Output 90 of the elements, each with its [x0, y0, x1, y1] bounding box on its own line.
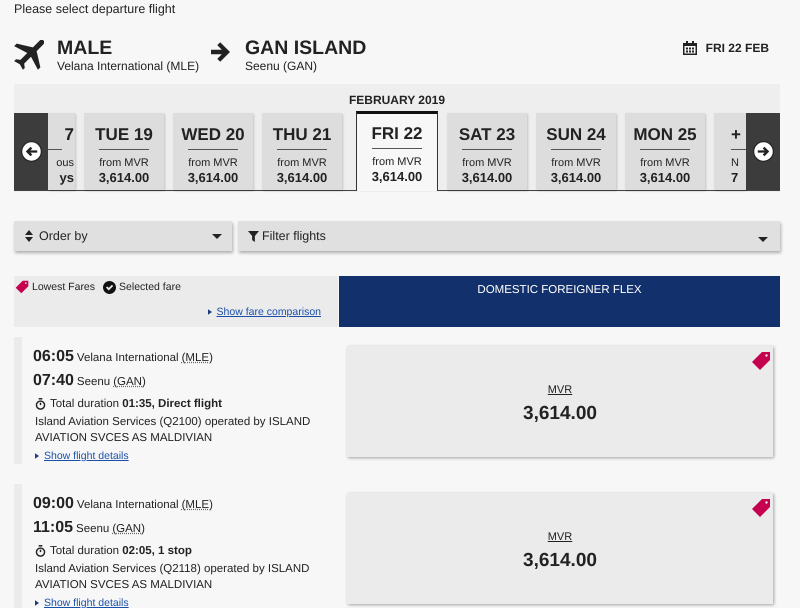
next-dates-button[interactable] — [746, 113, 780, 190]
previous-dates-button[interactable] — [14, 113, 48, 190]
caret-right-icon — [208, 309, 212, 315]
caret-down-icon — [212, 234, 222, 238]
price-prefix: ous — [56, 157, 74, 170]
date-tab[interactable]: WED 20 from MVR 3,614.00 — [173, 113, 253, 190]
airport-name: Seenu (GAN) — [245, 59, 318, 73]
day-label: SUN 24 — [546, 124, 606, 146]
fare-price: 3,614.00 — [523, 550, 597, 572]
date-tab[interactable]: SUN 24 from MVR 3,614.00 — [536, 113, 616, 190]
filter-icon — [248, 230, 259, 242]
page-heading: Please select departure flight — [14, 1, 176, 17]
caret-right-icon — [35, 600, 39, 606]
departure-time: 06:05 — [33, 348, 74, 365]
date-tab[interactable]: TUE 19 from MVR 3,614.00 — [84, 113, 164, 190]
flight-details-link[interactable]: Show flight details — [44, 596, 129, 608]
carrier-info: Island Aviation Services (Q2118) operated by ISLAND AVIATION SVCES AS MALDIVIAN — [34, 562, 310, 593]
currency-label: MVR — [548, 382, 572, 396]
airport-name: Velana International — [76, 352, 179, 364]
date-tab[interactable]: 7 ous ys — [48, 113, 75, 190]
flight-details-link[interactable]: Show flight details — [44, 449, 129, 463]
filter-flights-dropdown[interactable]: Filter flights — [238, 221, 780, 251]
fare-card[interactable]: MVR 3,614.00 — [347, 493, 773, 604]
fare-price: 3,614.00 — [523, 402, 597, 424]
date-tab[interactable]: + N 7 — [714, 113, 746, 190]
fare-comparison-link[interactable]: Show fare comparison — [216, 305, 321, 319]
day-label: 7 — [64, 124, 74, 146]
day-label: THU 21 — [272, 124, 332, 146]
departure-time: 09:00 — [33, 495, 74, 512]
day-label: MON 25 — [633, 124, 697, 146]
travel-date: FRI 22 FEB — [706, 41, 769, 55]
price-prefix: from MVR — [277, 157, 327, 170]
fare-card[interactable]: MVR 3,614.00 — [347, 346, 773, 457]
carrier-info: Island Aviation Services (Q2100) operated by ISLAND AVIATION SVCES AS MALDIVIAN — [34, 415, 312, 446]
day-price: 3,614.00 — [640, 170, 690, 185]
city-name: GAN ISLAND — [245, 37, 366, 59]
day-label: WED 20 — [181, 124, 245, 146]
day-price: 3,614.00 — [462, 170, 512, 185]
city-name: MALE — [57, 37, 114, 59]
airport-name: Velana International (MLE) — [57, 59, 200, 73]
airport-name: Seenu — [76, 376, 110, 388]
flight-duration: Total duration 02:05, 1 stop — [50, 544, 192, 558]
stopwatch-icon — [35, 545, 46, 557]
airport-code: (GAN) — [113, 376, 146, 388]
airplane-icon — [14, 40, 44, 70]
currency-label: MVR — [548, 530, 572, 544]
tag-icon — [15, 280, 29, 294]
order-by-dropdown[interactable]: Order by — [14, 221, 232, 251]
stopwatch-icon — [35, 398, 46, 410]
price-prefix: from MVR — [372, 156, 422, 169]
arrow-right-icon — [211, 42, 230, 62]
day-label: FRI 22 — [371, 123, 423, 145]
day-label: TUE 19 — [95, 124, 153, 146]
day-label: + — [731, 124, 741, 146]
legend-label: Selected fare — [119, 280, 181, 294]
arrow-left-circle-icon — [20, 141, 42, 162]
calendar-icon — [682, 41, 697, 55]
date-tab[interactable]: THU 21 from MVR 3,614.00 — [262, 113, 342, 190]
price-prefix: from MVR — [462, 157, 512, 170]
date-tab[interactable]: MON 25 from MVR 3,614.00 — [625, 113, 705, 190]
airport-name: Seenu — [76, 523, 110, 535]
day-price: 3,614.00 — [98, 170, 150, 185]
day-price: ys — [60, 170, 74, 185]
airport-code: (GAN) — [112, 523, 145, 535]
caret-down-icon — [758, 237, 768, 242]
airport-code: (MLE) — [182, 499, 213, 511]
date-tab[interactable]: SAT 23 from MVR 3,614.00 — [447, 113, 527, 190]
price-prefix: from MVR — [188, 157, 238, 170]
price-prefix: N — [731, 157, 739, 170]
price-prefix: from MVR — [99, 157, 149, 170]
arrow-right-circle-icon — [752, 141, 774, 162]
day-price: 7 — [731, 170, 738, 185]
arrival-time: 07:40 — [33, 372, 74, 389]
date-tab[interactable]: FRI 22 from MVR 3,614.00 — [356, 111, 438, 191]
caret-right-icon — [35, 453, 39, 459]
day-label: SAT 23 — [458, 124, 516, 146]
flight-duration: Total duration 01:35, Direct flight — [50, 397, 222, 411]
airport-name: Velana International — [76, 499, 179, 511]
sort-icon — [25, 230, 33, 242]
day-price: 3,614.00 — [550, 170, 602, 185]
airport-code: (MLE) — [182, 352, 213, 364]
day-price: 3,614.00 — [372, 169, 422, 184]
price-prefix: from MVR — [640, 157, 690, 170]
price-prefix: from MVR — [551, 157, 601, 170]
arrival-time: 11:05 — [33, 519, 74, 536]
day-price: 3,614.00 — [188, 170, 238, 185]
fare-family-header: DOMESTIC FOREIGNER FLEX — [339, 276, 780, 327]
legend-label: Lowest Fares — [32, 280, 96, 294]
day-price: 3,614.00 — [276, 170, 328, 185]
month-label: FEBRUARY 2019 — [348, 92, 446, 109]
